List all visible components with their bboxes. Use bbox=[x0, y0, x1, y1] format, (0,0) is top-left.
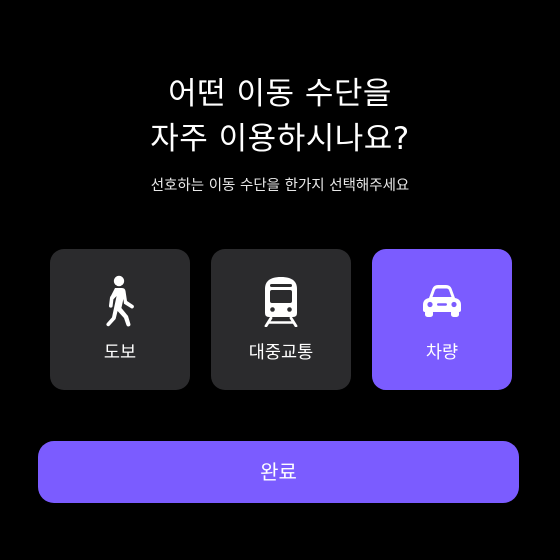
option-label: 대중교통 bbox=[248, 343, 314, 363]
option-car[interactable]: 차량 bbox=[372, 249, 512, 390]
train-icon bbox=[251, 271, 311, 331]
car-icon bbox=[412, 271, 472, 331]
option-walking[interactable]: 도보 bbox=[50, 249, 190, 390]
page-subtitle: 선호하는 이동 수단을 한가지 선택해주세요 bbox=[150, 178, 410, 194]
walking-person-icon bbox=[90, 271, 150, 331]
option-label: 도보 bbox=[103, 343, 137, 363]
option-public-transit[interactable]: 대중교통 bbox=[211, 249, 351, 390]
title-line-2: 자주 이용하시나요? bbox=[150, 121, 410, 157]
title-line-1: 어떤 이동 수단을 bbox=[168, 76, 392, 112]
done-button[interactable]: 완료 bbox=[38, 441, 519, 503]
option-label: 차량 bbox=[425, 343, 459, 363]
transport-options: 도보 대중교통 차량 bbox=[50, 249, 512, 390]
page-title: 어떤 이동 수단을 자주 이용하시나요? bbox=[0, 72, 560, 162]
